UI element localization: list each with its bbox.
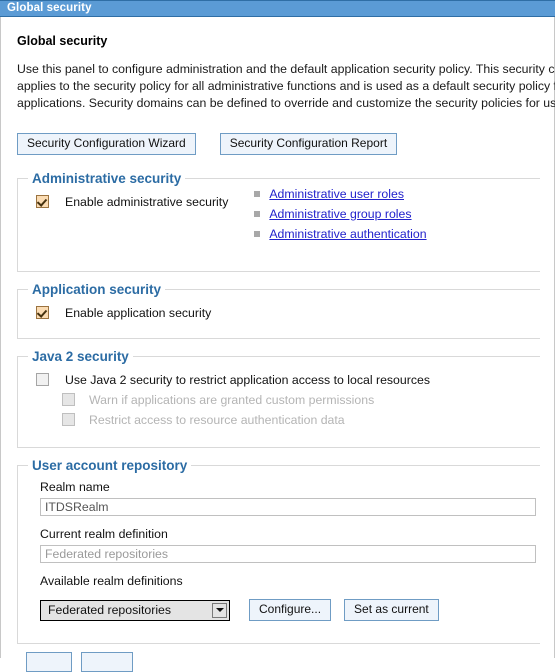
user-account-repository-body: Realm name Current realm definition Avai… (18, 473, 540, 633)
page-description: Use this panel to configure administrati… (17, 62, 555, 110)
configure-button[interactable]: Configure... (249, 599, 332, 621)
realm-name-label: Realm name (40, 480, 110, 494)
page-title: Global security (17, 34, 108, 48)
user-account-repository-legend: User account repository (32, 458, 188, 473)
square-bullet-icon (254, 231, 261, 237)
administrative-group-roles-link[interactable]: Administrative group roles (269, 207, 411, 221)
chevron-down-icon[interactable] (212, 602, 227, 618)
set-as-current-button[interactable]: Set as current (344, 599, 439, 621)
window-titlebar: Global security (0, 0, 555, 17)
list-item[interactable]: Administrative user roles (254, 187, 426, 201)
square-bullet-icon (254, 191, 261, 197)
current-realm-definition-label: Current realm definition (40, 527, 168, 541)
enable-application-security-label: Enable application security (65, 306, 212, 320)
current-realm-definition-input (40, 545, 536, 563)
reset-button[interactable] (81, 652, 133, 672)
page-content: Global security Use this panel to config… (1, 17, 555, 644)
realm-name-input[interactable] (40, 498, 536, 516)
warn-custom-permissions-row: Warn if applications are granted custom … (18, 387, 540, 407)
application-security-section: Application security Enable application … (17, 282, 540, 339)
enable-administrative-security-label: Enable administrative security (65, 195, 229, 209)
window-title: Global security (7, 1, 92, 14)
use-java2-security-checkbox[interactable] (36, 373, 49, 386)
user-account-repository-section: User account repository Realm name Curre… (17, 458, 540, 644)
enable-administrative-security-row[interactable]: Enable administrative security (18, 186, 228, 209)
global-security-window: Global security Global security Use this… (0, 0, 555, 672)
use-java2-security-label: Use Java 2 security to restrict applicat… (65, 373, 430, 387)
enable-application-security-row[interactable]: Enable application security (18, 297, 540, 320)
enable-application-security-checkbox[interactable] (36, 306, 49, 319)
warn-custom-permissions-checkbox (62, 393, 75, 406)
restrict-resource-auth-data-row: Restrict access to resource authenticati… (18, 407, 540, 427)
content-frame: Global security Use this panel to config… (0, 17, 555, 658)
square-bullet-icon (254, 211, 261, 217)
list-item[interactable]: Administrative group roles (254, 207, 426, 221)
use-java2-security-row[interactable]: Use Java 2 security to restrict applicat… (18, 364, 540, 387)
administrative-security-body: Enable administrative security Administr… (18, 186, 540, 247)
enable-administrative-security-checkbox[interactable] (36, 195, 49, 208)
administrative-user-roles-link[interactable]: Administrative user roles (269, 187, 404, 201)
administrative-security-section: Administrative security Enable administr… (17, 171, 540, 272)
available-realm-definitions-select[interactable]: Federated repositories (40, 599, 230, 621)
java2-security-section: Java 2 security Use Java 2 security to r… (17, 349, 540, 448)
apply-button[interactable] (26, 652, 72, 672)
security-configuration-report-button[interactable]: Security Configuration Report (219, 133, 398, 155)
administrative-security-legend: Administrative security (32, 171, 182, 186)
list-item[interactable]: Administrative authentication (254, 227, 427, 241)
warn-custom-permissions-label: Warn if applications are granted custom … (89, 393, 375, 407)
administrative-authentication-link[interactable]: Administrative authentication (269, 227, 426, 241)
available-realm-definitions-label: Available realm definitions (40, 574, 183, 588)
realm-controls-row: Federated repositories Configure... Set … (40, 599, 540, 621)
form-action-buttons (26, 652, 133, 672)
java2-security-legend: Java 2 security (32, 349, 129, 364)
restrict-resource-auth-data-label: Restrict access to resource authenticati… (89, 413, 345, 427)
restrict-resource-auth-data-checkbox (62, 413, 75, 426)
available-realm-definitions-selected-value: Federated repositories (48, 603, 172, 617)
administrative-security-links: Administrative user roles Administrative… (254, 187, 427, 247)
security-configuration-wizard-button[interactable]: Security Configuration Wizard (17, 133, 196, 155)
toolbar-buttons: Security Configuration Wizard Security C… (17, 133, 540, 155)
application-security-legend: Application security (32, 282, 162, 297)
